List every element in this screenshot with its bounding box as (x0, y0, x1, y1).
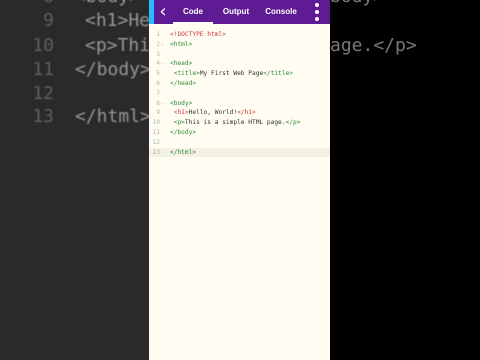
code-line: 10 <p>This is a simple HTML page.</p> (149, 118, 330, 127)
line-number: 11 (152, 129, 160, 136)
code-tag: <html> (170, 40, 193, 48)
code-text: My First Web Page (199, 70, 264, 78)
line-number: 1 (156, 31, 160, 38)
code-text: Hello, World! (188, 109, 238, 117)
background-editor: 8 <body> 9 <h1>He 10 <p>This is a simple… (0, 0, 149, 360)
code-line: 4 ⌄ <head> (149, 59, 330, 68)
line-number: 4 (156, 60, 160, 68)
code-tag: </p> (285, 119, 301, 127)
background-line-number: 9 (43, 10, 54, 31)
tab-console[interactable]: Console (262, 0, 300, 24)
toolbar-accent (149, 0, 154, 24)
tab-code[interactable]: Code (173, 0, 213, 24)
phone-screen: ‹ Code Output Console 1 <!DOCTYPE html> … (149, 0, 330, 360)
more-vertical-icon[interactable] (312, 2, 322, 22)
background-code: <p>This is a simple HTML page.</p> (85, 35, 149, 56)
code-text: This is a simple HTML page. (184, 119, 286, 127)
background-line-number: 8 (30, 0, 54, 7)
line-number: 9 (156, 109, 160, 117)
background-line-number: 12 (32, 83, 54, 104)
code-line: 7 (149, 89, 330, 98)
code-tag: </title> (263, 70, 293, 78)
code-line: 6 </head> (149, 79, 330, 88)
code-tag: </body> (170, 129, 197, 136)
code-content: <p>This is a simple HTML page.</p> (170, 118, 301, 127)
fold-icon[interactable]: ⌄ (161, 59, 165, 68)
code-content: <h1>Hello, World!</h1> (170, 108, 256, 117)
background-line-number: 11 (32, 59, 54, 80)
fold-icon[interactable]: ⌄ (161, 40, 165, 49)
code-editor[interactable]: 1 <!DOCTYPE html> 2 ⌄ <html> 3 4 ⌄ <head… (149, 30, 330, 360)
background-code: </body> (75, 59, 149, 80)
code-tag: </html> (170, 148, 197, 156)
code-content: <title>My First Web Page</title> (170, 69, 293, 78)
top-toolbar: ‹ Code Output Console (149, 0, 330, 24)
fold-icon[interactable]: ⌄ (161, 99, 165, 108)
code-line: 11 </body> (149, 128, 330, 137)
code-line: 8 ⌄ <body> (149, 99, 330, 108)
background-fragment: body> (330, 0, 384, 7)
code-line: 12 (149, 138, 330, 147)
background-line-number: 13 (32, 106, 54, 127)
code-tag: <title> (173, 70, 200, 78)
background-code: <body> (75, 0, 140, 7)
code-line: 2 ⌄ <html> (149, 40, 330, 49)
line-number: 7 (156, 89, 160, 97)
background-right: body> age.</p> (330, 0, 480, 360)
active-tab-indicator (173, 22, 213, 24)
background-line-number: 10 (32, 35, 54, 56)
line-number: 10 (152, 119, 160, 127)
code-line: 5 <title>My First Web Page</title> (149, 69, 330, 78)
code-line: 3 (149, 50, 330, 59)
line-number: 2 (156, 40, 160, 48)
tab-output[interactable]: Output (220, 0, 252, 24)
code-doctype: <!DOCTYPE html> (170, 31, 226, 38)
chevron-left-icon[interactable]: ‹ (155, 2, 171, 22)
line-number: 8 (156, 99, 160, 107)
background-code: <h1>He (85, 10, 149, 31)
background-fragment: age.</p> (330, 35, 417, 56)
code-tag: <body> (170, 99, 193, 107)
line-number: 12 (152, 138, 160, 146)
line-number: 3 (156, 50, 160, 58)
code-tag: <head> (170, 60, 193, 68)
code-tag: </head> (170, 80, 197, 87)
code-line: 1 <!DOCTYPE html> (149, 30, 330, 39)
background-code: </html> (75, 106, 149, 127)
code-tag: <h1> (173, 109, 189, 117)
code-tag: </h1> (237, 109, 256, 117)
line-number: 5 (156, 70, 160, 78)
code-line: 9 <h1>Hello, World!</h1> (149, 108, 330, 117)
code-tag: <p> (173, 119, 185, 127)
line-number: 13 (152, 148, 160, 156)
line-number: 6 (156, 80, 160, 87)
code-line: 13 </html> (149, 147, 330, 157)
